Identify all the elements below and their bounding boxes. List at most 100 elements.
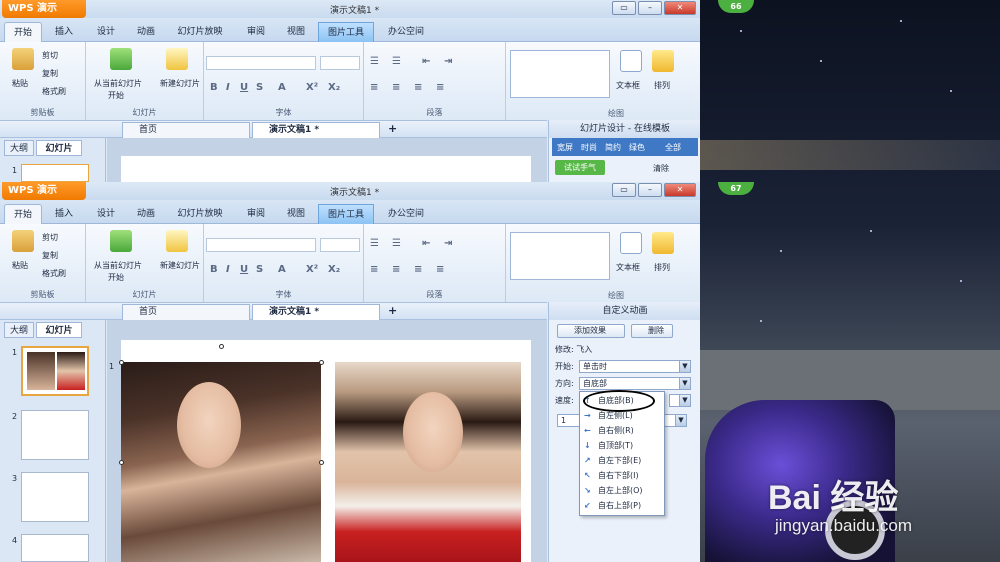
tab-design[interactable]: 设计 [88, 22, 124, 42]
increase-indent-icon[interactable]: ⇥ [444, 56, 452, 67]
direction-select[interactable]: 自底部 ▼ [579, 377, 691, 390]
resize-handle[interactable] [119, 360, 124, 365]
textbox-button[interactable]: 文本框 [616, 80, 640, 91]
tab-review[interactable]: 审阅 [238, 22, 274, 42]
new-slide-button[interactable]: 新建幻灯片 [160, 260, 200, 271]
decrease-indent-icon[interactable]: ⇤ [422, 238, 430, 249]
justify-icon[interactable]: ≡ [436, 82, 444, 93]
menu-item-top-right[interactable]: ↙ 自右上部(P) [580, 498, 664, 513]
close-button[interactable]: ✕ [664, 183, 696, 197]
align-left-icon[interactable]: ≡ [370, 264, 378, 275]
filter-green[interactable]: 绿色 [629, 142, 645, 153]
bullets-icon[interactable]: ☰ [370, 56, 379, 67]
menu-item-right[interactable]: ← 自右侧(R) [580, 423, 664, 438]
tab-view[interactable]: 视图 [278, 22, 314, 42]
slide-thumbnail-1[interactable] [21, 346, 89, 396]
font-size-combo[interactable] [320, 238, 360, 252]
paste-button[interactable]: 粘贴 [12, 260, 28, 271]
superscript-icon[interactable]: X² [306, 82, 318, 93]
tab-office-space[interactable]: 办公空间 [380, 204, 432, 224]
cut-button[interactable]: 剪切 [42, 232, 58, 243]
wps-menu-button[interactable]: WPS 演示 [2, 182, 86, 200]
from-current-slide-button[interactable]: 从当前幻灯片 [94, 260, 142, 271]
tab-animation[interactable]: 动画 [128, 204, 164, 224]
filter-widescreen[interactable]: 宽屏 [557, 142, 573, 153]
tab-slideshow[interactable]: 幻灯片放映 [170, 22, 230, 42]
bold-icon[interactable]: B [210, 82, 218, 93]
strikethrough-icon[interactable]: S [256, 82, 263, 93]
tab-design[interactable]: 设计 [88, 204, 124, 224]
outline-tab[interactable]: 大纲 [4, 322, 34, 338]
font-size-combo[interactable] [320, 56, 360, 70]
try-luck-button[interactable]: 试试手气 [555, 160, 605, 175]
tab-picture-tools[interactable]: 图片工具 [318, 22, 374, 42]
underline-icon[interactable]: U [240, 264, 248, 275]
restore-button[interactable]: ▭ [612, 183, 636, 197]
speed-select[interactable]: ▼ [669, 394, 691, 407]
new-slide-button[interactable]: 新建幻灯片 [160, 78, 200, 89]
minimize-button[interactable]: – [638, 183, 662, 197]
bold-icon[interactable]: B [210, 264, 218, 275]
chevron-down-icon[interactable]: ▼ [679, 395, 690, 406]
tab-insert[interactable]: 插入 [46, 22, 82, 42]
outline-tab[interactable]: 大纲 [4, 140, 34, 156]
tab-insert[interactable]: 插入 [46, 204, 82, 224]
font-color-icon[interactable]: A [278, 82, 286, 93]
minimize-button[interactable]: – [638, 1, 662, 15]
bullets-icon[interactable]: ☰ [370, 238, 379, 249]
tab-view[interactable]: 视图 [278, 204, 314, 224]
add-effect-button[interactable]: 添加效果 [557, 324, 625, 338]
menu-item-bottom-right[interactable]: ↖ 自右下部(I) [580, 468, 664, 483]
underline-icon[interactable]: U [240, 82, 248, 93]
numbering-icon[interactable]: ☰ [392, 238, 401, 249]
numbering-icon[interactable]: ☰ [392, 56, 401, 67]
copy-button[interactable]: 复制 [42, 68, 58, 79]
align-right-icon[interactable]: ≡ [414, 82, 422, 93]
align-right-icon[interactable]: ≡ [414, 264, 422, 275]
subscript-icon[interactable]: X₂ [328, 82, 340, 93]
shapes-gallery[interactable] [510, 232, 610, 280]
new-tab-icon[interactable]: + [388, 122, 397, 135]
rotate-handle[interactable] [219, 344, 224, 349]
align-left-icon[interactable]: ≡ [370, 82, 378, 93]
cut-button[interactable]: 剪切 [42, 50, 58, 61]
format-painter-button[interactable]: 格式刷 [42, 268, 66, 279]
arrange-button[interactable]: 排列 [654, 262, 670, 273]
filter-simple[interactable]: 简约 [605, 142, 621, 153]
format-painter-button[interactable]: 格式刷 [42, 86, 66, 97]
tab-animation[interactable]: 动画 [128, 22, 164, 42]
align-center-icon[interactable]: ≡ [392, 264, 400, 275]
slide-thumbnail-2[interactable] [21, 410, 89, 460]
shapes-gallery[interactable] [510, 50, 610, 98]
font-color-icon[interactable]: A [278, 264, 286, 275]
copy-button[interactable]: 复制 [42, 250, 58, 261]
from-current-slide-button[interactable]: 从当前幻灯片 [94, 78, 142, 89]
resize-handle[interactable] [319, 460, 324, 465]
slide-thumbnail[interactable] [21, 164, 89, 182]
chevron-down-icon[interactable]: ▼ [675, 415, 686, 426]
paste-button[interactable]: 粘贴 [12, 78, 28, 89]
arrange-button[interactable]: 排列 [654, 80, 670, 91]
slides-tab[interactable]: 幻灯片 [36, 140, 82, 156]
tab-slideshow[interactable]: 幻灯片放映 [170, 204, 230, 224]
close-button[interactable]: ✕ [664, 1, 696, 15]
presentation-doc-tab[interactable]: 演示文稿1 * [252, 304, 380, 320]
tab-home[interactable]: 开始 [4, 22, 42, 42]
new-tab-icon[interactable]: + [388, 304, 397, 317]
increase-indent-icon[interactable]: ⇥ [444, 238, 452, 249]
slide-thumbnail-3[interactable] [21, 472, 89, 522]
presentation-doc-tab[interactable]: 演示文稿1 * [252, 122, 380, 138]
wps-menu-button[interactable]: WPS 演示 [2, 0, 86, 18]
textbox-button[interactable]: 文本框 [616, 262, 640, 273]
filter-fashion[interactable]: 时尚 [581, 142, 597, 153]
chevron-down-icon[interactable]: ▼ [679, 378, 690, 389]
start-select[interactable]: 单击时 ▼ [579, 360, 691, 373]
tab-review[interactable]: 审阅 [238, 204, 274, 224]
delete-button[interactable]: 删除 [631, 324, 673, 338]
tab-picture-tools[interactable]: 图片工具 [318, 204, 374, 224]
subscript-icon[interactable]: X₂ [328, 264, 340, 275]
clear-button[interactable]: 清除 [653, 163, 669, 174]
filter-all[interactable]: 全部 [665, 142, 681, 153]
superscript-icon[interactable]: X² [306, 264, 318, 275]
decrease-indent-icon[interactable]: ⇤ [422, 56, 430, 67]
